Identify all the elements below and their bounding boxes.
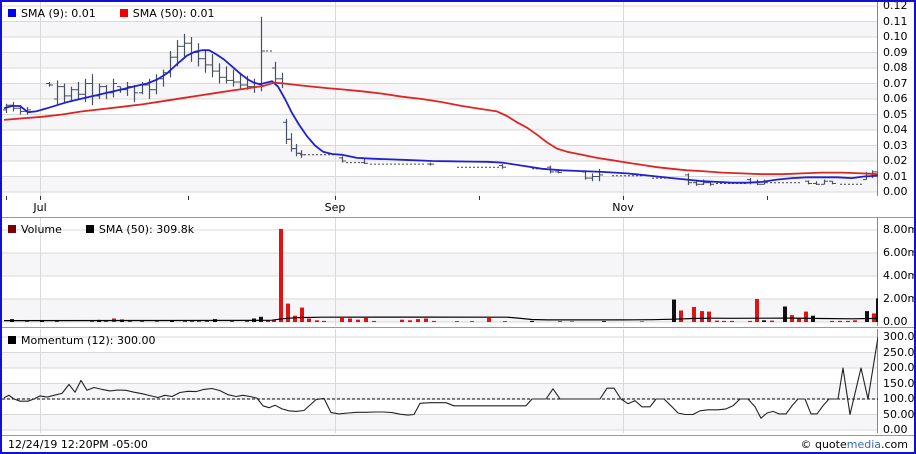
price-y-tick-label: 0.09 <box>883 46 908 60</box>
legend-label-momentum: Momentum (12): 300.00 <box>21 334 155 347</box>
price-y-tick-label: 0.11 <box>883 15 908 29</box>
legend-label-volume: Volume <box>21 223 62 236</box>
legend-item-sma50: SMA (50): 0.01 <box>120 7 215 20</box>
legend-label-sma9: SMA (9): 0.01 <box>21 7 96 20</box>
volume-swatch-icon <box>8 225 16 233</box>
x-axis-tick <box>335 196 336 200</box>
price-y-tick-label: 0.08 <box>883 61 908 75</box>
volume-y-tick-label: 2.00m <box>883 292 916 306</box>
credit-suffix: .com <box>881 438 908 451</box>
momentum-y-tick-label: 200.00 <box>883 361 916 375</box>
x-axis-tick <box>479 196 480 200</box>
x-axis-tick <box>623 196 624 200</box>
momentum-y-tick-label: 100.00 <box>883 392 916 406</box>
stock-chart-widget: SMA (9): 0.01 SMA (50): 0.01 0.12 0.110.1… <box>0 0 916 454</box>
x-axis-label-jul: Jul <box>33 201 46 214</box>
price-legend: SMA (9): 0.01 SMA (50): 0.01 <box>8 6 239 20</box>
volume-y-axis: 8.00m6.00m4.00m2.00m0.00 <box>880 218 914 326</box>
legend-label-sma50: SMA (50): 0.01 <box>133 7 215 20</box>
x-axis-label-sep: Sep <box>325 201 346 214</box>
volume-y-tick-label: 6.00m <box>883 246 916 260</box>
price-y-tick-label: 0.06 <box>883 92 908 106</box>
price-y-tick-label: 0.04 <box>883 123 908 137</box>
legend-label-volume-sma: SMA (50): 309.8k <box>99 223 194 236</box>
x-axis-label-nov: Nov <box>612 201 633 214</box>
sma50-swatch-icon <box>120 9 128 17</box>
momentum-y-tick-label: 50.00 <box>883 408 915 422</box>
x-axis-tick <box>6 196 7 200</box>
legend-item-sma9: SMA (9): 0.01 <box>8 7 96 20</box>
x-axis-tick <box>767 196 768 200</box>
date-axis: Jul Sep Nov <box>2 196 878 216</box>
price-y-tick-label: 0.00 <box>883 185 908 199</box>
price-y-tick-label: 0.10 <box>883 30 908 44</box>
price-y-tick-label: 0.03 <box>883 139 908 153</box>
quotemedia-credit-link[interactable]: © quotemedia.com <box>800 438 908 451</box>
credit-prefix: © quote <box>800 438 846 451</box>
x-axis-tick <box>188 196 189 200</box>
legend-item-volume-sma: SMA (50): 309.8k <box>86 223 194 236</box>
volume-legend: Volume SMA (50): 309.8k <box>8 222 218 236</box>
panel-separator <box>2 327 916 328</box>
volume-y-tick-label: 8.00m <box>883 223 916 237</box>
momentum-y-axis: 300.00250.00200.00150.00100.0050.000.00 <box>880 329 914 433</box>
price-y-tick-label: 0.02 <box>883 154 908 168</box>
timestamp: 12/24/19 12:20PM -05:00 <box>8 438 148 451</box>
price-y-tick-label: 0.01 <box>883 170 908 184</box>
price-y-tick-label: 0.05 <box>883 108 908 122</box>
legend-item-momentum: Momentum (12): 300.00 <box>8 334 155 347</box>
footer: 12/24/19 12:20PM -05:00 © quotemedia.com <box>2 435 914 453</box>
price-plot <box>2 2 878 196</box>
momentum-y-tick-label: 150.00 <box>883 377 916 391</box>
momentum-y-tick-label: 300.00 <box>883 330 916 344</box>
credit-brand: media <box>847 438 881 451</box>
volume-sma-swatch-icon <box>86 225 94 233</box>
momentum-y-tick-label: 250.00 <box>883 346 916 360</box>
price-y-tick-label: 0.07 <box>883 77 908 91</box>
price-y-axis: 0.12 0.110.10 0.090.08 0.070.06 0.050.04 0.03… <box>880 2 914 196</box>
x-axis-tick <box>40 196 41 200</box>
momentum-swatch-icon <box>8 336 16 344</box>
legend-item-volume: Volume <box>8 223 62 236</box>
price-y-tick-label: 0.12 <box>883 0 908 13</box>
volume-y-tick-label: 4.00m <box>883 269 916 283</box>
sma9-swatch-icon <box>8 9 16 17</box>
momentum-legend: Momentum (12): 300.00 <box>8 333 179 347</box>
